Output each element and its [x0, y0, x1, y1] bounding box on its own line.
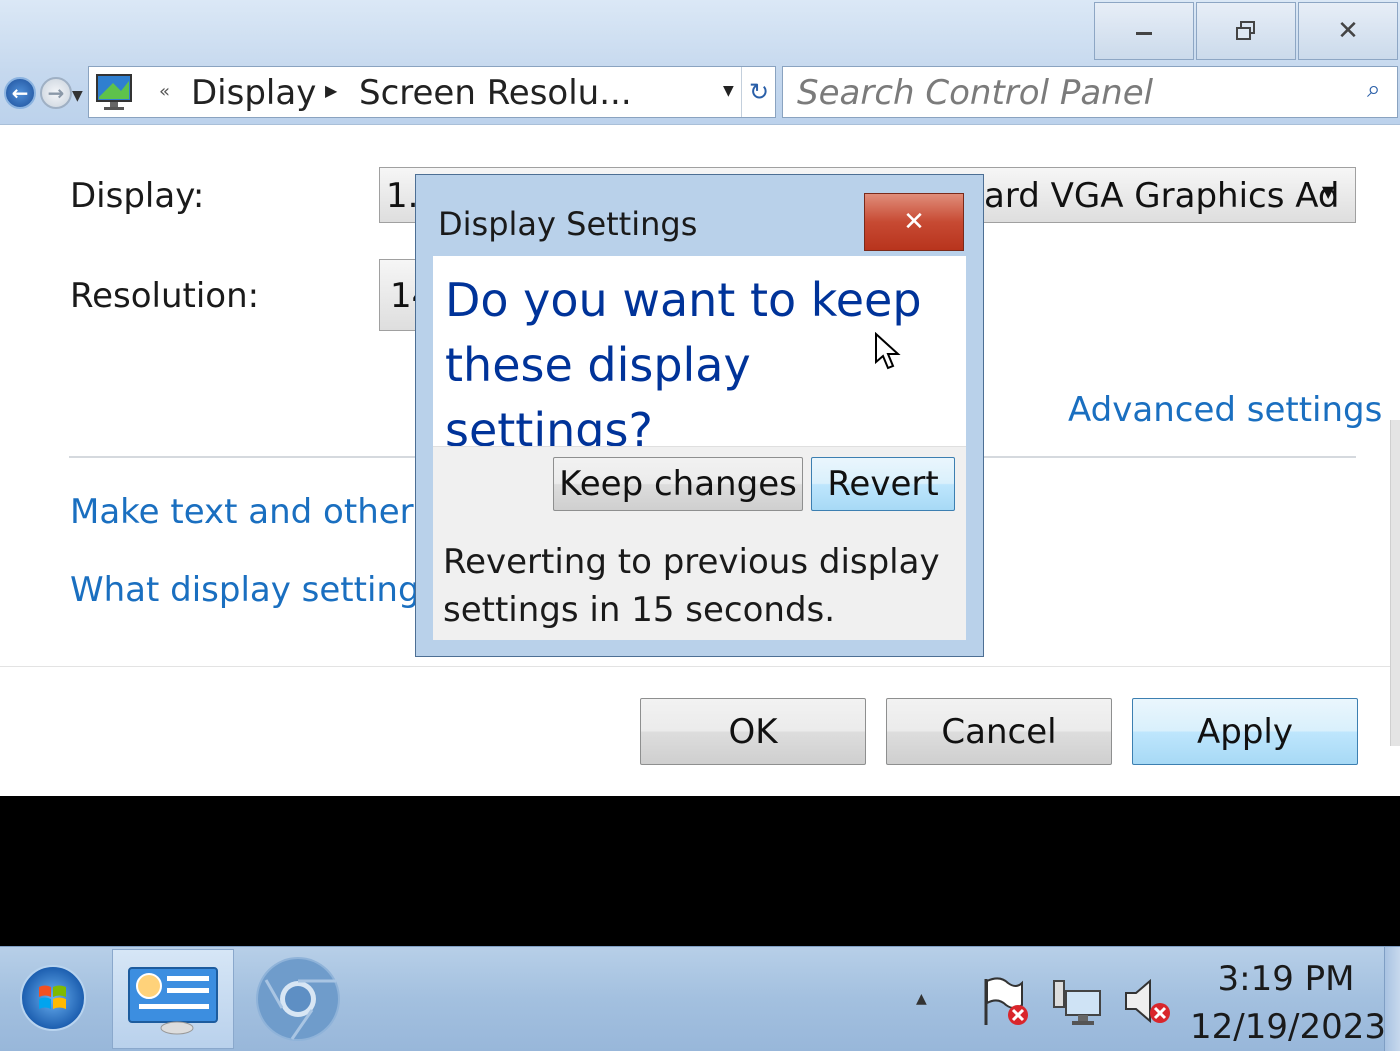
minimize-icon — [1136, 31, 1152, 35]
volume-muted-icon[interactable] — [1122, 975, 1176, 1029]
close-button[interactable]: ✕ — [1298, 2, 1398, 60]
countdown-line1: Reverting to previous display — [443, 542, 940, 582]
start-button[interactable] — [20, 965, 86, 1031]
show-desktop-button[interactable] — [1384, 947, 1400, 1051]
breadcrumb-separator-icon[interactable]: ▶ — [325, 81, 337, 100]
revert-button[interactable]: Revert — [811, 457, 955, 511]
resolution-label: Resolution: — [70, 276, 260, 316]
cancel-button[interactable]: Cancel — [886, 698, 1112, 765]
footer-divider — [0, 666, 1390, 667]
title-bar: ✕ ← → ▼ « Display ▶ Screen Resolu... ▼ ↻… — [0, 0, 1400, 125]
keep-changes-button[interactable]: Keep changes — [553, 457, 803, 511]
address-bar[interactable]: « Display ▶ Screen Resolu... ▼ ↻ — [88, 66, 776, 118]
restore-button[interactable] — [1196, 2, 1296, 60]
dialog-footer: Reverting to previous display settings i… — [433, 524, 966, 640]
recent-pages-chevron-icon[interactable]: ▼ — [72, 88, 83, 104]
close-icon: ✕ — [903, 207, 925, 237]
breadcrumb-overflow[interactable]: « — [159, 81, 170, 102]
taskbar-chrome[interactable] — [254, 955, 342, 1043]
search-placeholder[interactable]: Search Control Panel — [797, 73, 1153, 113]
dialog-title: Display Settings — [438, 205, 698, 243]
breadcrumb-display[interactable]: Display — [191, 73, 316, 113]
dialog-body: Do you want to keep these display settin… — [433, 256, 966, 640]
display-settings-dialog: Display Settings ✕ Do you want to keep t… — [415, 174, 984, 657]
display-settings-help-link[interactable]: What display settings — [70, 570, 437, 610]
display-monitor-icon — [96, 74, 132, 110]
dialog-question-line1: Do you want to keep — [445, 273, 922, 327]
countdown-line2: settings in 15 seconds. — [443, 590, 836, 630]
refresh-icon[interactable]: ↻ — [741, 67, 776, 117]
restore-icon — [1236, 21, 1255, 40]
forward-arrow-icon: → — [47, 81, 65, 105]
display-select-value-left: 1. — [386, 176, 419, 216]
apply-button[interactable]: Apply — [1132, 698, 1358, 765]
dialog-close-button[interactable]: ✕ — [864, 193, 964, 251]
show-hidden-icons-chevron[interactable]: ▲ — [916, 991, 927, 1007]
windows-logo-icon — [39, 985, 66, 1009]
minimize-button[interactable] — [1094, 2, 1194, 60]
countdown-text: Reverting to previous display settings i… — [443, 538, 953, 634]
breadcrumb-screen-resolution[interactable]: Screen Resolu... — [359, 73, 632, 113]
text-size-link[interactable]: Make text and other it — [70, 492, 447, 532]
clock-date: 12/19/2023 — [1190, 1007, 1386, 1047]
search-icon[interactable]: ⌕ — [1367, 75, 1380, 103]
display-label: Display: — [70, 176, 205, 216]
chevron-down-icon: ▼ — [1322, 182, 1335, 201]
network-icon[interactable] — [1052, 977, 1104, 1029]
display-select-value-right: ard VGA Graphics Ad — [984, 176, 1340, 216]
dialog-button-row: Keep changes Revert — [433, 446, 966, 525]
address-dropdown-icon[interactable]: ▼ — [723, 83, 734, 99]
forward-button[interactable]: → — [40, 77, 72, 109]
vertical-scrollbar[interactable] — [1390, 420, 1400, 746]
search-box[interactable]: Search Control Panel ⌕ — [782, 66, 1398, 118]
mouse-cursor-icon — [875, 332, 901, 370]
taskbar-control-panel[interactable] — [112, 949, 234, 1049]
advanced-settings-link[interactable]: Advanced settings — [1068, 390, 1382, 430]
action-center-flag-icon[interactable] — [978, 975, 1032, 1029]
back-arrow-icon: ← — [11, 81, 29, 105]
clock-time: 3:19 PM — [1217, 959, 1355, 999]
taskbar: ▲ 3:19 PM 12/19/2023 — [0, 946, 1400, 1051]
close-icon: ✕ — [1337, 16, 1359, 46]
control-panel-icon — [128, 967, 218, 1035]
back-button[interactable]: ← — [4, 77, 36, 109]
chrome-icon — [256, 957, 340, 1041]
ok-button[interactable]: OK — [640, 698, 866, 765]
